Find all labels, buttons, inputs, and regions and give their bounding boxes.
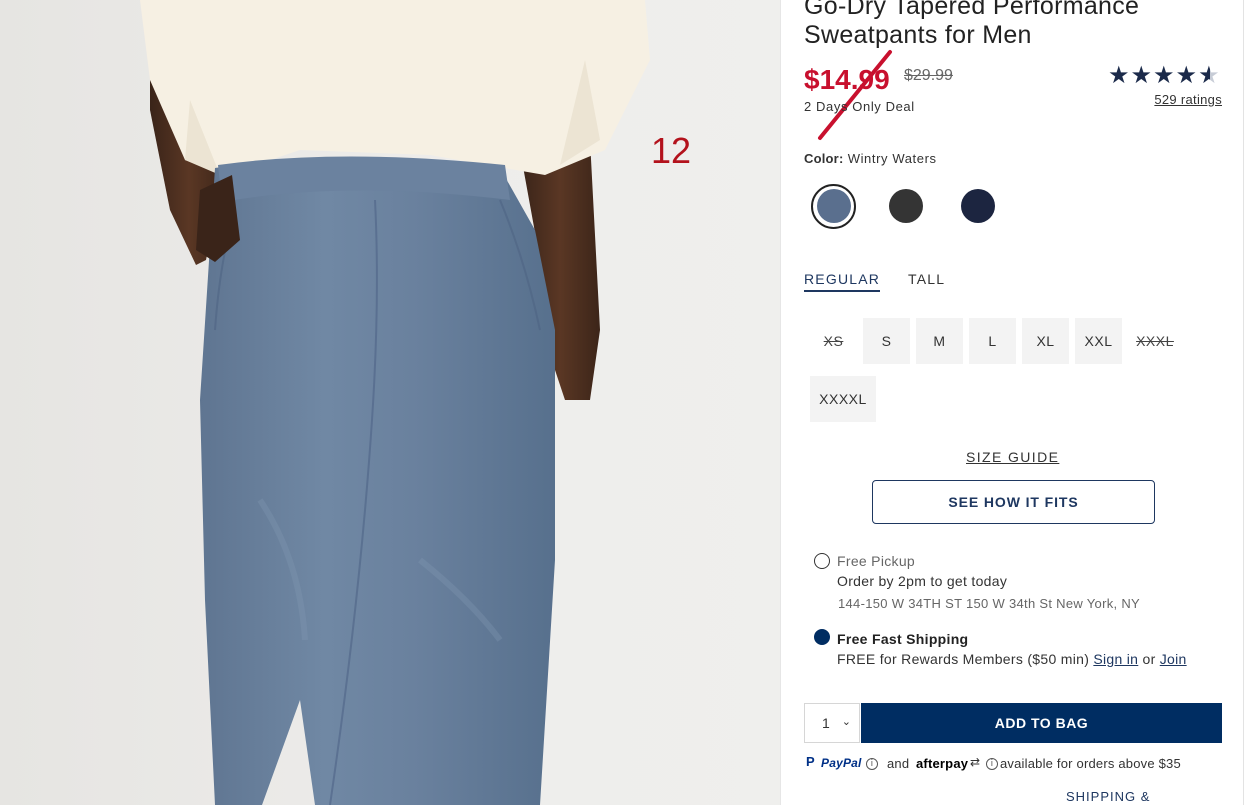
tab-tall[interactable]: TALL [908, 271, 945, 287]
pickup-address: 144-150 W 34TH ST 150 W 34th St New York… [838, 596, 1140, 611]
afterpay-info-icon[interactable]: i [986, 758, 998, 770]
size-m-button[interactable]: M [916, 318, 963, 364]
payment-note: available for orders above $35 [1000, 756, 1181, 771]
size-guide-link[interactable]: SIZE GUIDE [966, 449, 1059, 465]
quantity-value: 1 [822, 715, 830, 731]
fast-shipping-radio[interactable] [814, 629, 830, 645]
color-label-row: Color: Wintry Waters [804, 151, 937, 166]
size-s-button[interactable]: S [863, 318, 910, 364]
deal-text: 2 Days Only Deal [804, 99, 915, 114]
star-icon: ★ [1130, 61, 1153, 89]
size-xxxl-button[interactable]: XXXL [1128, 318, 1182, 364]
product-title: Go-Dry Tapered Performance Sweatpants fo… [804, 0, 1140, 49]
color-swatch-navy[interactable] [961, 189, 995, 223]
original-price: $29.99 [904, 67, 953, 84]
half-star-icon: ★ [1198, 61, 1220, 89]
and-text: and [887, 756, 910, 771]
payment-options-row: P PayPal i and afterpay ⇄ i available fo… [804, 754, 1224, 774]
vertical-divider [780, 0, 781, 805]
afterpay-logo: afterpay [916, 756, 969, 771]
pickup-line: Order by 2pm to get today [837, 573, 1008, 589]
add-to-bag-button[interactable]: ADD TO BAG [861, 703, 1222, 743]
color-swatch-charcoal[interactable] [889, 189, 923, 223]
tab-regular[interactable]: REGULAR [804, 271, 881, 292]
size-xxl-button[interactable]: XXL [1075, 318, 1122, 364]
color-swatch-wintry-waters[interactable] [817, 189, 851, 223]
star-icon: ★ [1153, 61, 1175, 89]
color-label: Color: [804, 151, 844, 166]
chevron-down-icon: ⌄ [841, 715, 851, 728]
scrollbar[interactable] [1243, 0, 1251, 805]
star-icon: ★ [1108, 61, 1130, 89]
quantity-select[interactable]: 1 ⌄ [804, 703, 860, 743]
join-link[interactable]: Join [1160, 651, 1187, 667]
ratings-link[interactable]: 529 ratings [1124, 92, 1222, 107]
paypal-p-icon: P [806, 754, 815, 769]
overlay-number: 12 [651, 130, 692, 171]
star-icon: ★ [1175, 61, 1198, 89]
product-photo-illustration [0, 0, 780, 805]
paypal-info-icon[interactable]: i [866, 758, 878, 770]
size-xl-button[interactable]: XL [1022, 318, 1069, 364]
fast-shipping-prefix: FREE for Rewards Members ($50 min) [837, 651, 1090, 667]
product-info-panel: Go-Dry Tapered Performance Sweatpants fo… [804, 0, 1224, 805]
shipping-returns-link[interactable]: SHIPPING & RETURNS [1066, 789, 1224, 805]
price-strike-annotation [818, 50, 892, 140]
sign-in-link[interactable]: Sign in [1093, 651, 1138, 667]
product-image[interactable] [0, 0, 780, 805]
size-l-button[interactable]: L [969, 318, 1016, 364]
fast-shipping-title: Free Fast Shipping [837, 631, 969, 647]
size-xs-button[interactable]: XS [810, 318, 857, 364]
afterpay-arrows-icon: ⇄ [970, 755, 981, 769]
pickup-title: Free Pickup [837, 553, 915, 569]
fast-shipping-line: FREE for Rewards Members ($50 min) Sign … [837, 651, 1187, 667]
star-rating[interactable]: ★ ★ ★ ★ ★ [1108, 62, 1222, 88]
or-text: or [1142, 651, 1156, 667]
size-xxxxl-button[interactable]: XXXXL [810, 376, 876, 422]
color-selected-name: Wintry Waters [847, 151, 937, 166]
see-how-it-fits-button[interactable]: SEE HOW IT FITS [872, 480, 1155, 524]
paypal-logo: PayPal [821, 756, 862, 770]
pickup-radio[interactable] [814, 553, 830, 569]
